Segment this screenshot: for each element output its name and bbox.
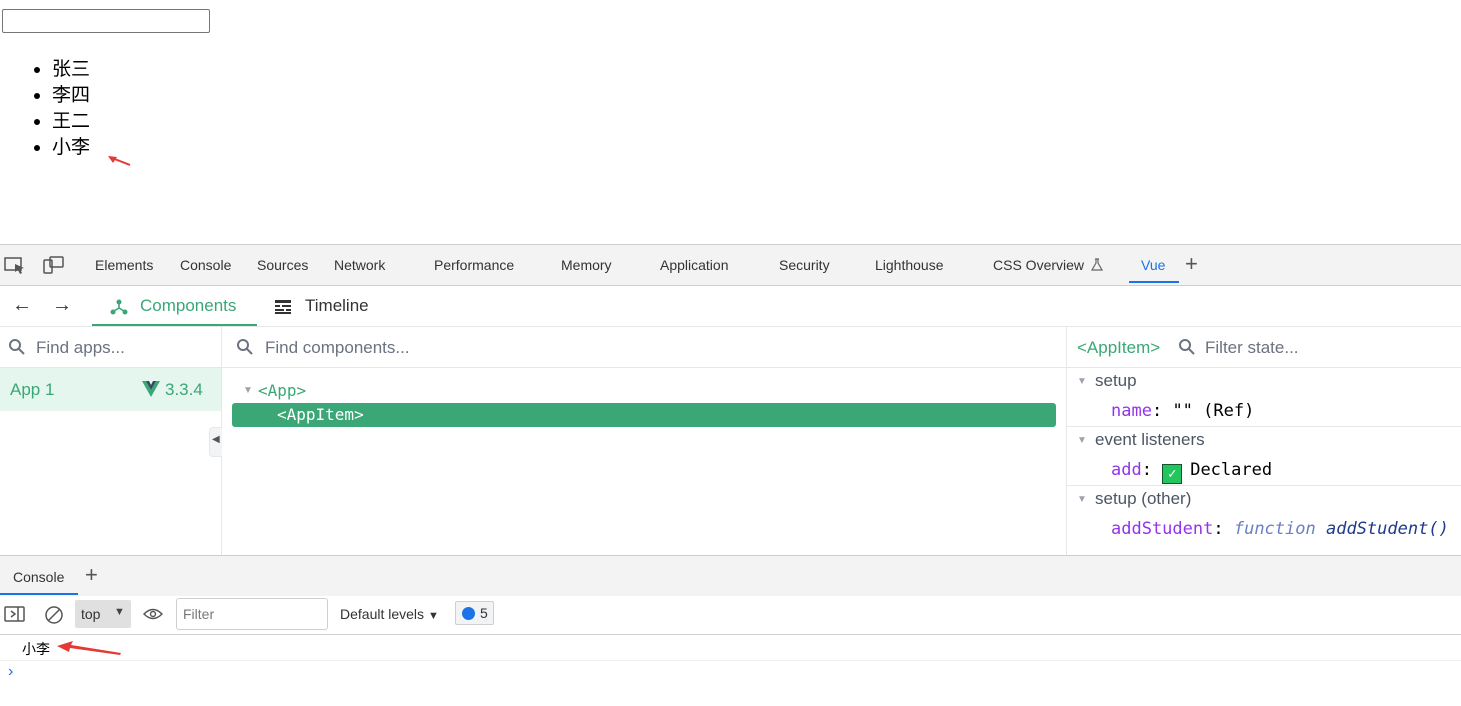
console-toolbar: top ▼ Filter Default levels ▼ 5: [0, 596, 1461, 635]
tab-components[interactable]: Components: [140, 296, 236, 316]
state-filter-input[interactable]: Filter state...: [1205, 338, 1299, 358]
tab-timeline[interactable]: Timeline: [305, 296, 369, 316]
list-item: 王二: [52, 108, 90, 134]
components-icon: [110, 299, 128, 315]
tab-console-drawer[interactable]: Console: [13, 569, 64, 585]
vue-logo-icon: [142, 381, 160, 397]
state-key: addStudent: [1111, 519, 1214, 539]
inspect-element-icon[interactable]: [4, 255, 26, 275]
context-value: top: [81, 606, 101, 622]
apps-search-input[interactable]: Find apps...: [36, 338, 125, 358]
tab-lighthouse[interactable]: Lighthouse: [875, 257, 944, 273]
components-tab-indicator: [92, 324, 257, 326]
collapse-triangle-icon[interactable]: ▼: [1077, 435, 1087, 446]
state-value[interactable]: "": [1172, 401, 1192, 421]
app-name: App 1: [10, 380, 55, 399]
components-search-input[interactable]: Find components...: [265, 338, 410, 358]
list-item: 张三: [52, 56, 90, 82]
state-section-setup-other: ▼ setup (other) addStudent: function add…: [1067, 486, 1461, 555]
message-count: 5: [480, 605, 488, 621]
search-icon: [9, 339, 25, 355]
apps-search[interactable]: Find apps...: [0, 327, 221, 368]
caret-left-icon: ◀: [212, 434, 220, 445]
dropdown-arrow-icon: ▼: [427, 610, 439, 622]
tree-node-app[interactable]: <App>: [258, 381, 306, 400]
components-tree-panel: Find components... ▼ <App> <AppItem>: [222, 327, 1067, 555]
components-search[interactable]: Find components...: [222, 327, 1066, 368]
tab-vue[interactable]: Vue: [1141, 257, 1165, 273]
tab-elements[interactable]: Elements: [95, 257, 153, 273]
collapse-triangle-icon[interactable]: ▼: [1077, 376, 1087, 387]
devtools-panel: Elements Console Sources Network Perform…: [0, 244, 1461, 706]
state-key: name: [1111, 401, 1152, 421]
annotation-arrow-icon: [57, 641, 121, 655]
selected-component-name: <AppItem>: [1077, 338, 1161, 357]
tab-network[interactable]: Network: [334, 257, 385, 273]
state-value: Declared: [1190, 460, 1273, 480]
tab-security[interactable]: Security: [779, 257, 830, 273]
tab-memory[interactable]: Memory: [561, 257, 612, 273]
name-input[interactable]: [2, 9, 210, 33]
active-tab-indicator: [1129, 281, 1179, 283]
console-message: 小李: [22, 642, 50, 658]
flask-icon: [1091, 258, 1103, 271]
tab-application[interactable]: Application: [660, 257, 729, 273]
add-drawer-tab-plus-icon[interactable]: +: [85, 564, 98, 586]
apps-panel: Find apps... App 1 3.3.4 ◀: [0, 327, 222, 555]
state-section-event-listeners: ▼ event listeners add: ✓ Declared: [1067, 427, 1461, 485]
timeline-icon: [275, 300, 291, 314]
search-icon: [1179, 339, 1195, 355]
section-title[interactable]: setup (other): [1095, 489, 1191, 509]
log-levels-dropdown[interactable]: Default levels ▼: [340, 606, 439, 622]
vue-version: 3.3.4: [165, 380, 203, 399]
eye-icon[interactable]: [142, 606, 164, 622]
clear-console-icon[interactable]: [44, 605, 64, 625]
back-arrow-icon[interactable]: ←: [12, 294, 32, 317]
console-prompt-icon[interactable]: ›: [8, 663, 13, 681]
function-name: addStudent(): [1325, 519, 1449, 539]
more-tabs-plus-icon[interactable]: +: [1185, 253, 1198, 275]
app-list-item[interactable]: App 1 3.3.4: [0, 368, 221, 411]
section-title[interactable]: setup: [1095, 371, 1137, 391]
tree-node-selected[interactable]: <AppItem>: [232, 403, 1056, 427]
message-count-badge[interactable]: 5: [455, 601, 494, 625]
device-toolbar-icon[interactable]: [43, 255, 65, 275]
vue-devtools-header: ← → Components Timeline: [0, 286, 1461, 327]
section-title[interactable]: event listeners: [1095, 430, 1205, 450]
state-key: add: [1111, 460, 1142, 480]
tab-sources[interactable]: Sources: [257, 257, 308, 273]
list-item: 李四: [52, 82, 90, 108]
state-inspector-panel: <AppItem> Filter state... ▼ setup name: …: [1067, 327, 1461, 555]
sidebar-toggle-icon[interactable]: [4, 605, 26, 623]
forward-arrow-icon[interactable]: →: [52, 294, 72, 317]
expand-triangle-icon[interactable]: ▼: [243, 385, 253, 396]
tab-css-overview[interactable]: CSS Overview: [993, 257, 1084, 273]
drawer-tab-indicator: [0, 593, 78, 595]
search-icon: [237, 339, 253, 355]
state-row: name: "" (Ref): [1111, 401, 1255, 421]
log-levels-label: Default levels: [340, 606, 425, 622]
drawer-tabs: Console +: [0, 555, 1461, 597]
tab-performance[interactable]: Performance: [434, 257, 514, 273]
state-section-setup: ▼ setup name: "" (Ref): [1067, 368, 1461, 426]
context-selector[interactable]: top ▼: [75, 600, 131, 628]
list-item: 小李: [52, 134, 90, 160]
message-icon: [462, 607, 475, 620]
tab-console[interactable]: Console: [180, 257, 231, 273]
annotation-arrow-icon: [108, 156, 131, 166]
state-search: <AppItem> Filter state...: [1067, 327, 1461, 368]
state-row: addStudent: function addStudent(): [1111, 519, 1449, 539]
devtools-toolbar: Elements Console Sources Network Perform…: [0, 245, 1461, 286]
state-row: add: ✓ Declared: [1111, 460, 1273, 484]
collapse-panel-handle[interactable]: ◀: [209, 427, 222, 457]
dropdown-arrow-icon: ▼: [114, 606, 125, 618]
function-keyword: function: [1233, 519, 1316, 539]
student-list: 张三 李四 王二 小李: [32, 56, 90, 160]
tree-node-appitem: <AppItem>: [277, 405, 364, 424]
collapse-triangle-icon[interactable]: ▼: [1077, 494, 1087, 505]
checkmark-icon: ✓: [1162, 464, 1183, 484]
console-filter-input[interactable]: Filter: [176, 598, 328, 630]
state-type: (Ref): [1203, 401, 1255, 421]
console-message-row: 小李: [0, 635, 1461, 661]
